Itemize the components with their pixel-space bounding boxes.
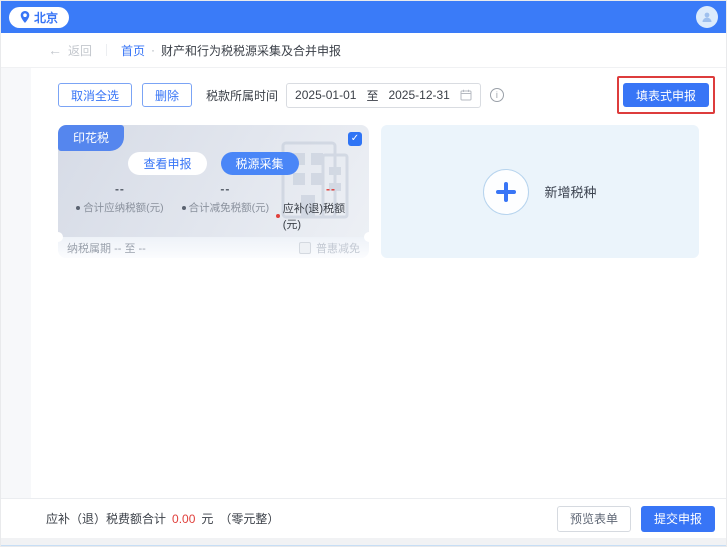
stat-value: -- bbox=[220, 182, 231, 196]
user-icon bbox=[702, 12, 712, 22]
tax-card-body: 印花税 ✓ 查看申报 税源采集 -- 合计应纳税额(元) -- 合计减免税额(元… bbox=[58, 125, 369, 237]
view-declaration-button[interactable]: 查看申报 bbox=[128, 152, 207, 175]
tax-cards-row: 印花税 ✓ 查看申报 税源采集 -- 合计应纳税额(元) -- 合计减免税额(元… bbox=[53, 125, 715, 258]
red-highlight-annotation: 填表式申报 bbox=[616, 76, 715, 114]
ticket-notch-right bbox=[364, 232, 374, 242]
topbar: 北京 bbox=[1, 1, 726, 33]
tax-card-stats: -- 合计应纳税额(元) -- 合计减免税额(元) -- 应补(退)税额(元) bbox=[58, 182, 369, 232]
tax-source-collect-button[interactable]: 税源采集 bbox=[220, 152, 299, 175]
location-label: 北京 bbox=[34, 10, 59, 25]
bullet-dot-icon bbox=[181, 205, 186, 210]
bottom-edge-strip bbox=[1, 538, 726, 546]
breadcrumb: ← 返回 首页 · 财产和行为税税源采集及合并申报 bbox=[1, 33, 726, 67]
total-amount: 0.00 bbox=[172, 511, 196, 526]
info-icon[interactable]: i bbox=[489, 88, 504, 102]
stat-refund-due: -- 应补(退)税额(元) bbox=[275, 182, 362, 232]
footer-total: 应补（退）税费额合计 0.00 元 （零元整） bbox=[46, 510, 279, 527]
page-title: 财产和行为税税源采集及合并申报 bbox=[161, 43, 342, 58]
breadcrumb-separator: · bbox=[151, 43, 156, 57]
plus-circle bbox=[483, 168, 530, 215]
stat-total-payable: -- 合计应纳税额(元) bbox=[65, 182, 175, 232]
tax-card-stamp-tax: 印花税 ✓ 查看申报 税源采集 -- 合计应纳税额(元) -- 合计减免税额(元… bbox=[53, 125, 374, 258]
tax-card-footer: 纳税属期 -- 至 -- 普惠减免 bbox=[58, 237, 369, 258]
breadcrumb-divider bbox=[106, 44, 108, 56]
stat-value: -- bbox=[326, 182, 336, 196]
add-tax-type-button[interactable]: 新增税种 bbox=[381, 125, 699, 258]
back-link[interactable]: 返回 bbox=[68, 42, 92, 59]
submit-declaration-button[interactable]: 提交申报 bbox=[640, 505, 715, 532]
back-arrow-icon[interactable]: ← bbox=[48, 42, 62, 58]
bullet-dot-icon bbox=[76, 205, 81, 210]
form-declare-button[interactable]: 填表式申报 bbox=[622, 83, 709, 107]
add-tax-type-label: 新增税种 bbox=[544, 185, 597, 200]
delete-button[interactable]: 删除 bbox=[142, 83, 193, 107]
date-to-label: 至 bbox=[366, 88, 379, 103]
breadcrumb-home-link[interactable]: 首页 bbox=[121, 42, 145, 59]
plus-icon bbox=[496, 181, 517, 202]
stat-value: -- bbox=[114, 182, 125, 196]
stat-label: 应补(退)税额(元) bbox=[275, 200, 362, 232]
main-content: 取消全选 删除 税款所属时间 2025-01-01 至 2025-12-31 i bbox=[1, 67, 726, 498]
calendar-icon bbox=[460, 89, 472, 101]
total-amount-words: （零元整） bbox=[219, 512, 280, 526]
cancel-select-all-button[interactable]: 取消全选 bbox=[58, 83, 133, 107]
tax-period-text: 纳税属期 -- 至 -- bbox=[67, 242, 146, 255]
ticket-notch-left bbox=[53, 232, 63, 242]
user-avatar[interactable] bbox=[696, 6, 718, 28]
location-pin-icon bbox=[20, 11, 30, 23]
total-unit: 元 bbox=[201, 512, 214, 526]
app-window: 北京 ← 返回 首页 · 财产和行为税税源采集及合并申报 取消全选 删除 税款所… bbox=[0, 0, 727, 547]
relief-option: 普惠减免 bbox=[299, 240, 360, 256]
relief-label: 普惠减免 bbox=[316, 242, 360, 255]
date-start-value[interactable]: 2025-01-01 bbox=[295, 88, 356, 102]
location-selector[interactable]: 北京 bbox=[9, 6, 70, 28]
tax-card-actions: 查看申报 税源采集 bbox=[58, 125, 369, 175]
footer-bar: 应补（退）税费额合计 0.00 元 （零元整） 预览表单 提交申报 bbox=[1, 498, 726, 538]
toolbar: 取消全选 删除 税款所属时间 2025-01-01 至 2025-12-31 i bbox=[58, 76, 715, 114]
date-range-label: 税款所属时间 bbox=[206, 88, 279, 103]
bullet-dot-icon bbox=[275, 214, 280, 218]
total-label: 应补（退）税费额合计 bbox=[46, 512, 167, 526]
stat-label: 合计减免税额(元) bbox=[181, 200, 269, 215]
date-range-picker[interactable]: 2025-01-01 至 2025-12-31 bbox=[286, 82, 481, 108]
date-end-value[interactable]: 2025-12-31 bbox=[388, 88, 449, 102]
stat-total-relief: -- 合计减免税额(元) bbox=[175, 182, 276, 232]
stat-label: 合计应纳税额(元) bbox=[76, 200, 164, 215]
relief-checkbox[interactable] bbox=[299, 241, 311, 254]
preview-form-button[interactable]: 预览表单 bbox=[556, 505, 631, 532]
